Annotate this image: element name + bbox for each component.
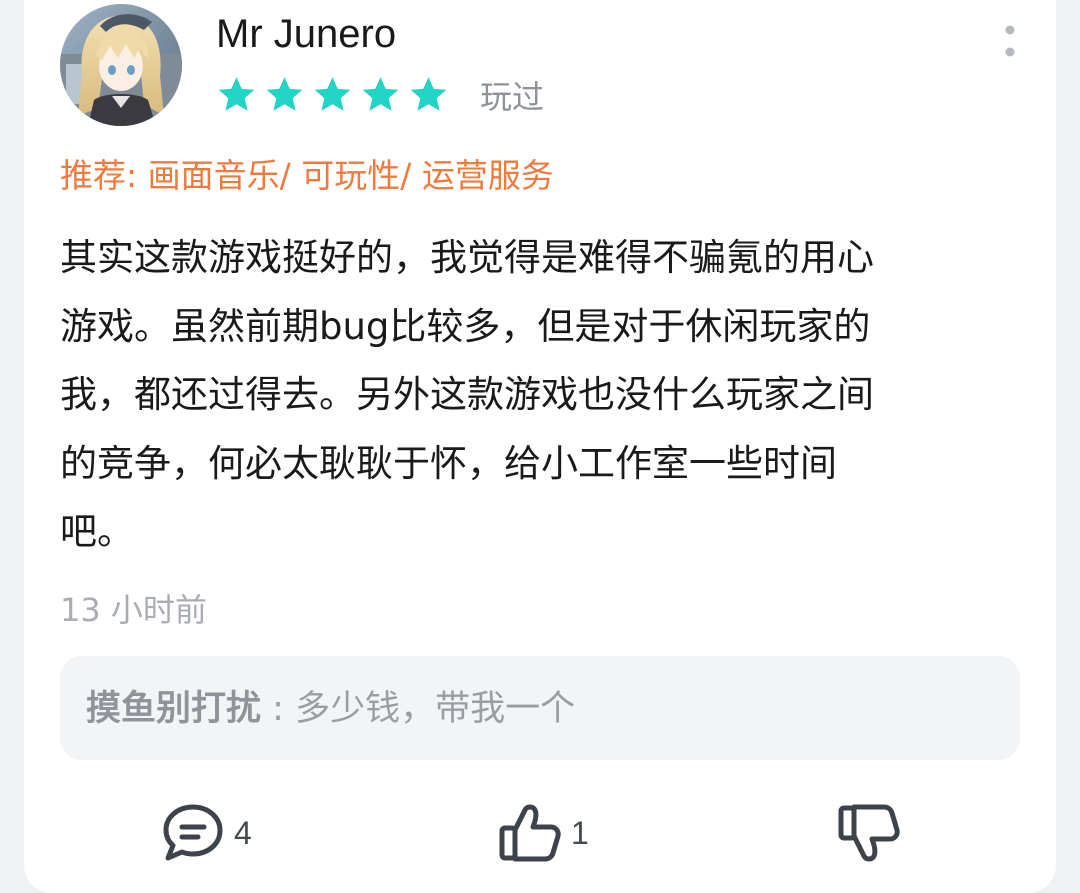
star-icon xyxy=(218,77,255,111)
thumbs-down-icon xyxy=(838,804,900,862)
username[interactable]: Mr Junero xyxy=(216,10,396,58)
review-line: 的竞争，何必太耿耿于怀，给小工作室一些时间 xyxy=(60,441,837,485)
more-vertical-icon[interactable] xyxy=(1000,22,1020,62)
played-status: 玩过 xyxy=(480,78,545,116)
reply-author[interactable]: 摸鱼别打扰 xyxy=(86,689,261,729)
reply-text: 多少钱，带我一个 xyxy=(295,689,576,729)
star-icon xyxy=(410,77,447,111)
reply-preview[interactable]: 摸鱼别打扰 : 多少钱，带我一个 xyxy=(60,656,1020,760)
comment-button[interactable]: 4 xyxy=(160,800,252,866)
review-line: 其实这款游戏挺好的，我觉得是难得不骗氪的用心 xyxy=(60,236,874,279)
review-line: 吧。 xyxy=(60,510,134,553)
dislike-button[interactable] xyxy=(836,800,902,866)
reply-separator: : xyxy=(261,689,296,729)
star-icon xyxy=(266,77,303,111)
recommend-tags: 推荐: 画面音乐/ 可玩性/ 运营服务 xyxy=(60,156,554,195)
comment-bubble-icon xyxy=(163,804,223,861)
review-body[interactable]: 其实这款游戏挺好的，我觉得是难得不骗氪的用心 游戏。虽然前期bug比较多，但是对… xyxy=(60,224,1000,567)
thumbs-up-icon xyxy=(499,804,561,862)
like-count: 1 xyxy=(571,814,589,851)
avatar-image xyxy=(60,4,182,126)
star-rating xyxy=(216,74,449,116)
comment-count: 4 xyxy=(234,814,252,851)
star-icon xyxy=(362,77,399,111)
star-icon xyxy=(314,77,351,111)
review-line: 游戏。虽然前期bug比较多，但是对于休闲玩家的 xyxy=(60,304,871,348)
timestamp: 13 小时前 xyxy=(60,591,207,629)
like-button[interactable]: 1 xyxy=(497,800,589,866)
review-line: 我，都还过得去。另外这款游戏也没什么玩家之间 xyxy=(60,373,874,416)
reply-content: 摸鱼别打扰 : 多少钱，带我一个 xyxy=(86,686,575,732)
avatar[interactable] xyxy=(60,4,182,126)
